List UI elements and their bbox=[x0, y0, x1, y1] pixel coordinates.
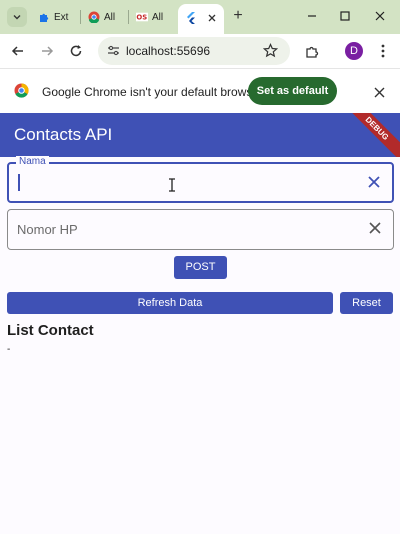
refresh-data-button[interactable]: Refresh Data bbox=[7, 292, 333, 314]
reload-icon[interactable] bbox=[66, 41, 86, 61]
svg-text:OS: OS bbox=[136, 14, 147, 22]
page-title: Contacts API bbox=[14, 125, 113, 144]
debug-banner: DEBUG bbox=[340, 113, 400, 157]
clear-nama-icon[interactable] bbox=[367, 175, 383, 191]
tab-label: All bbox=[104, 11, 116, 23]
default-browser-infobar: Google Chrome isn't your default browser… bbox=[0, 68, 400, 113]
reset-button[interactable]: Reset bbox=[340, 292, 393, 314]
tab-all-2[interactable]: OS All bbox=[136, 6, 163, 28]
flutter-icon bbox=[186, 11, 196, 29]
tab-close-icon[interactable] bbox=[207, 10, 217, 28]
tab-divider bbox=[80, 10, 81, 24]
forward-arrow-icon[interactable] bbox=[37, 41, 57, 61]
chrome-logo-icon bbox=[14, 83, 29, 103]
minimize-icon[interactable] bbox=[302, 6, 322, 26]
infobar-message: Google Chrome isn't your default browser bbox=[42, 85, 264, 99]
address-bar[interactable]: localhost:55696 bbox=[98, 37, 290, 65]
tab-label: Ext bbox=[54, 11, 69, 23]
kebab-menu-icon[interactable] bbox=[373, 41, 393, 61]
list-empty-text: - bbox=[7, 344, 11, 355]
tab-extensions[interactable]: Ext bbox=[38, 6, 68, 28]
text-caret bbox=[18, 174, 20, 191]
app-bar: Contacts API DEBUG bbox=[0, 113, 400, 157]
tab-all-1[interactable]: All bbox=[88, 6, 115, 28]
post-button[interactable]: POST bbox=[174, 256, 227, 279]
extensions-icon[interactable] bbox=[302, 41, 322, 61]
clear-nomor-icon[interactable] bbox=[368, 221, 384, 237]
nomor-hp-field[interactable]: Nomor HP bbox=[7, 209, 394, 250]
i-beam-cursor-icon bbox=[168, 178, 176, 192]
set-as-default-button[interactable]: Set as default bbox=[248, 77, 337, 105]
infobar-close-icon[interactable] bbox=[374, 85, 385, 103]
tab-active-flutter[interactable] bbox=[178, 4, 224, 34]
tab-label: All bbox=[152, 11, 164, 23]
nama-label: Nama bbox=[16, 156, 49, 167]
url-text[interactable]: localhost:55696 bbox=[126, 44, 210, 58]
bookmark-star-icon[interactable] bbox=[262, 43, 279, 63]
back-arrow-icon[interactable] bbox=[8, 41, 28, 61]
ots-icon: OS bbox=[136, 11, 148, 23]
list-contact-heading: List Contact bbox=[7, 322, 94, 339]
chrome-icon bbox=[88, 11, 100, 23]
tab-strip: Ext All OS All + bbox=[0, 0, 400, 34]
chevron-down-icon bbox=[13, 15, 21, 20]
tab-search-button[interactable] bbox=[7, 7, 27, 27]
browser-toolbar: localhost:55696 D bbox=[0, 34, 400, 68]
profile-avatar[interactable]: D bbox=[345, 42, 363, 60]
site-info-icon[interactable] bbox=[107, 44, 120, 62]
new-tab-button[interactable]: + bbox=[229, 7, 247, 25]
tab-divider bbox=[128, 10, 129, 24]
nama-field[interactable]: Nama bbox=[7, 156, 394, 203]
maximize-icon[interactable] bbox=[335, 6, 355, 26]
nomor-hp-placeholder[interactable]: Nomor HP bbox=[17, 222, 78, 237]
window-close-icon[interactable] bbox=[370, 6, 390, 26]
puzzle-icon bbox=[38, 11, 50, 23]
